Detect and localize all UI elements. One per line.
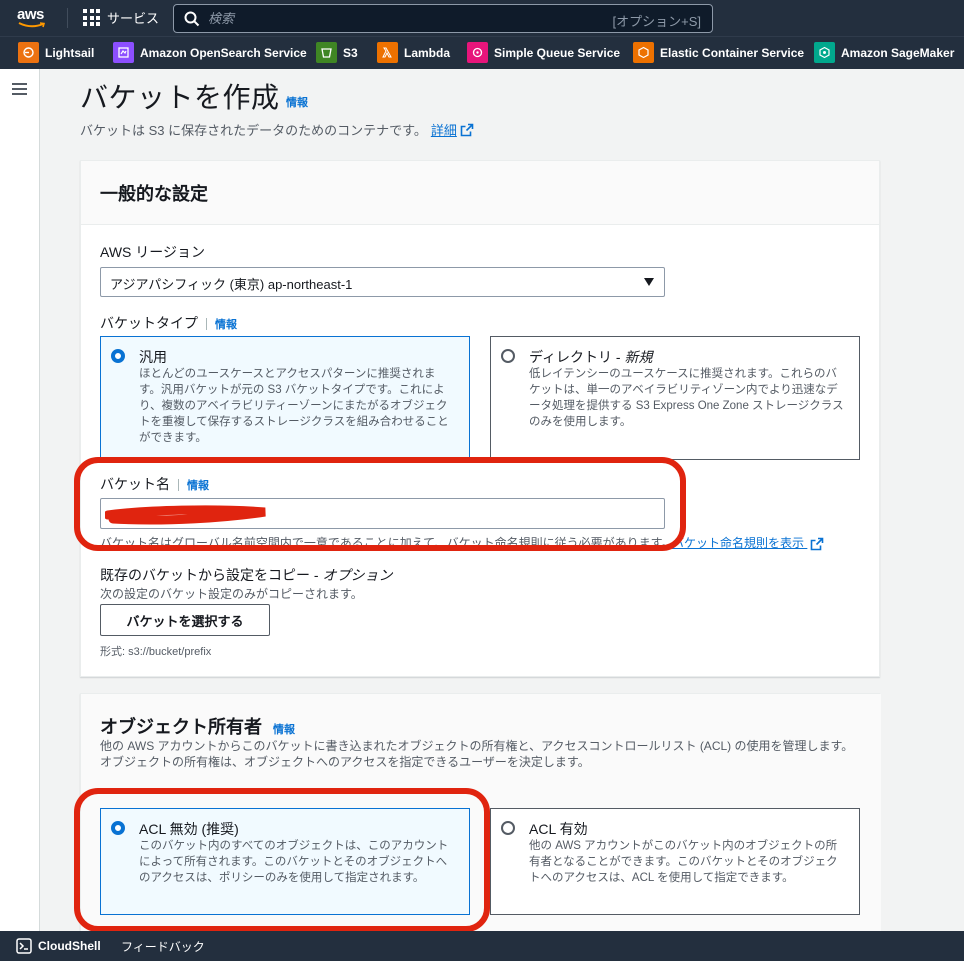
aws-logo[interactable]: aws (17, 6, 51, 30)
console-footer: CloudShell フィードバック (0, 931, 964, 961)
region-select[interactable]: アジアパシフィック (東京) ap-northeast-1 (100, 267, 665, 297)
favorite-lightsail[interactable]: Lightsail (18, 42, 94, 63)
menu-icon[interactable] (12, 83, 27, 95)
page-info-link[interactable]: 情報 (286, 94, 308, 110)
favorite-sagemaker[interactable]: Amazon SageMaker (814, 42, 954, 63)
external-link-icon (811, 537, 824, 551)
terminal-icon (16, 938, 32, 954)
sqs-icon (467, 42, 488, 63)
bucket-name-info-link[interactable]: 情報 (187, 480, 209, 492)
radio-button[interactable] (501, 821, 515, 835)
object-ownership-heading: オブジェクト所有者 情報 (100, 717, 296, 737)
favorite-sqs[interactable]: Simple Queue Service (467, 42, 620, 63)
external-link-icon (460, 123, 474, 136)
favorite-s3[interactable]: S3 (316, 42, 358, 63)
tile-title: ACL 有効 (529, 821, 588, 837)
favorite-ecs[interactable]: Elastic Container Service (633, 42, 804, 63)
feedback-button[interactable]: フィードバック (121, 938, 205, 955)
tile-description: ほとんどのユースケースとアクセスパターンに推奨されます。汎用バケットが元の S3… (139, 368, 449, 444)
choose-bucket-button[interactable]: バケットを選択する (100, 604, 270, 636)
tile-description: 低レイテンシーのユースケースに推奨されます。これらのバケットは、単一のアベイラビ… (529, 368, 844, 428)
aws-smile-icon (18, 22, 46, 28)
ownership-acl-disabled[interactable]: ACL 無効 (推奨) このバケット内のすべてのオブジェクトは、このアカウントに… (100, 808, 470, 915)
details-link[interactable]: 詳細 (431, 120, 457, 139)
sagemaker-icon (814, 42, 835, 63)
tile-title: ディレクトリ - 新規 (529, 349, 653, 365)
bucket-name-label-row: バケット名 情報 (100, 476, 209, 492)
s3-icon (316, 42, 337, 63)
ecs-icon (633, 42, 654, 63)
page-description: バケットは S3 に保存されたデータのためのコンテナです。 詳細 (80, 120, 474, 139)
redaction-scribble (105, 505, 266, 525)
tile-title: ACL 無効 (推奨) (139, 821, 239, 837)
radio-button-selected[interactable] (111, 349, 125, 363)
top-navigation: aws サービス [オプション+S] (0, 0, 964, 36)
search-icon (184, 11, 200, 27)
object-ownership-description: 他の AWS アカウントからこのバケットに書き込まれたオブジェクトの所有権と、ア… (100, 739, 854, 769)
search-input[interactable] (208, 8, 588, 29)
bucket-type-label-row: バケットタイプ 情報 (100, 315, 237, 331)
region-label: AWS リージョン (100, 244, 205, 260)
tile-title: 汎用 (139, 349, 167, 365)
caret-down-icon (644, 278, 654, 286)
page-title: バケットを作成 (80, 82, 280, 113)
opensearch-icon (113, 42, 134, 63)
services-label: サービス (107, 11, 160, 26)
favorite-opensearch[interactable]: Amazon OpenSearch Service (113, 42, 307, 63)
radio-button[interactable] (501, 349, 515, 363)
grid-icon (83, 9, 100, 26)
lambda-icon (377, 42, 398, 63)
favorites-bar: Lightsail Amazon OpenSearch Service S3 L… (0, 36, 964, 69)
tile-description: このバケット内のすべてのオブジェクトは、このアカウントによって所有されます。この… (139, 840, 449, 884)
ownership-info-link[interactable]: 情報 (273, 724, 295, 736)
copy-settings-description: 次の設定のバケット設定のみがコピーされます。 (100, 587, 363, 601)
tile-description: 他の AWS アカウントがこのバケット内のオブジェクトの所有者となることができま… (529, 840, 838, 884)
region-selected-value: アジアパシフィック (東京) ap-northeast-1 (110, 277, 353, 292)
favorite-lambda[interactable]: Lambda (377, 42, 450, 63)
bucket-type-info-link[interactable]: 情報 (215, 319, 237, 331)
services-menu-button[interactable]: サービス (83, 8, 159, 27)
search-bar[interactable]: [オプション+S] (173, 4, 713, 33)
copy-settings-label: 既存のバケットから設定をコピー - オプション (100, 567, 393, 583)
lightsail-icon (18, 42, 39, 63)
ownership-acl-enabled[interactable]: ACL 有効 他の AWS アカウントがこのバケット内のオブジェクトの所有者とな… (490, 808, 860, 915)
bucket-name-helper-text: バケット名はグローバル名前空間内で一意であることに加えて、バケット命名規則に従う… (100, 536, 674, 550)
search-shortcut-hint: [オプション+S] (612, 14, 702, 29)
general-settings-heading: 一般的な設定 (100, 184, 208, 204)
radio-button-selected[interactable] (111, 821, 125, 835)
format-hint: 形式: s3://bucket/prefix (100, 646, 212, 658)
side-navigation-rail (0, 69, 40, 931)
bucket-type-directory[interactable]: ディレクトリ - 新規 低レイテンシーのユースケースに推奨されます。これらのバケ… (490, 336, 860, 460)
divider (67, 8, 68, 28)
bucket-type-general-purpose[interactable]: 汎用 ほとんどのユースケースとアクセスパターンに推奨されます。汎用バケットが元の… (100, 336, 470, 458)
bucket-name-input[interactable] (100, 498, 665, 529)
cloudshell-button[interactable]: CloudShell (16, 938, 101, 954)
naming-rules-link[interactable]: バケット命名規則を表示 (672, 534, 824, 551)
